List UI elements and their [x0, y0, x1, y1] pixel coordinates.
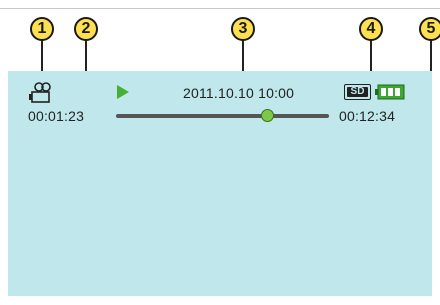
play-icon: [117, 85, 129, 99]
sd-card-badge: SD: [344, 84, 371, 100]
battery-full-icon: [375, 84, 405, 100]
video-camera-icon: [29, 82, 51, 103]
progress-thumb[interactable]: [260, 109, 274, 122]
top-rule: [0, 8, 440, 9]
diagram-page: 1 2 3 4 5 2011.10.10 10:00 SD 00:01:23 0…: [0, 0, 440, 305]
elapsed-time: 00:01:23: [28, 108, 85, 124]
callout-4: 4: [359, 17, 383, 41]
callout-1: 1: [30, 17, 54, 41]
callout-2: 2: [74, 17, 98, 41]
callout-3: 3: [231, 17, 255, 41]
callout-5: 5: [419, 17, 440, 41]
total-time: 00:12:34: [339, 108, 396, 124]
progress-track[interactable]: [116, 114, 329, 118]
playback-screen: 2011.10.10 10:00 SD 00:01:23 00:12:34: [8, 71, 432, 296]
recording-datetime: 2011.10.10 10:00: [183, 85, 295, 101]
